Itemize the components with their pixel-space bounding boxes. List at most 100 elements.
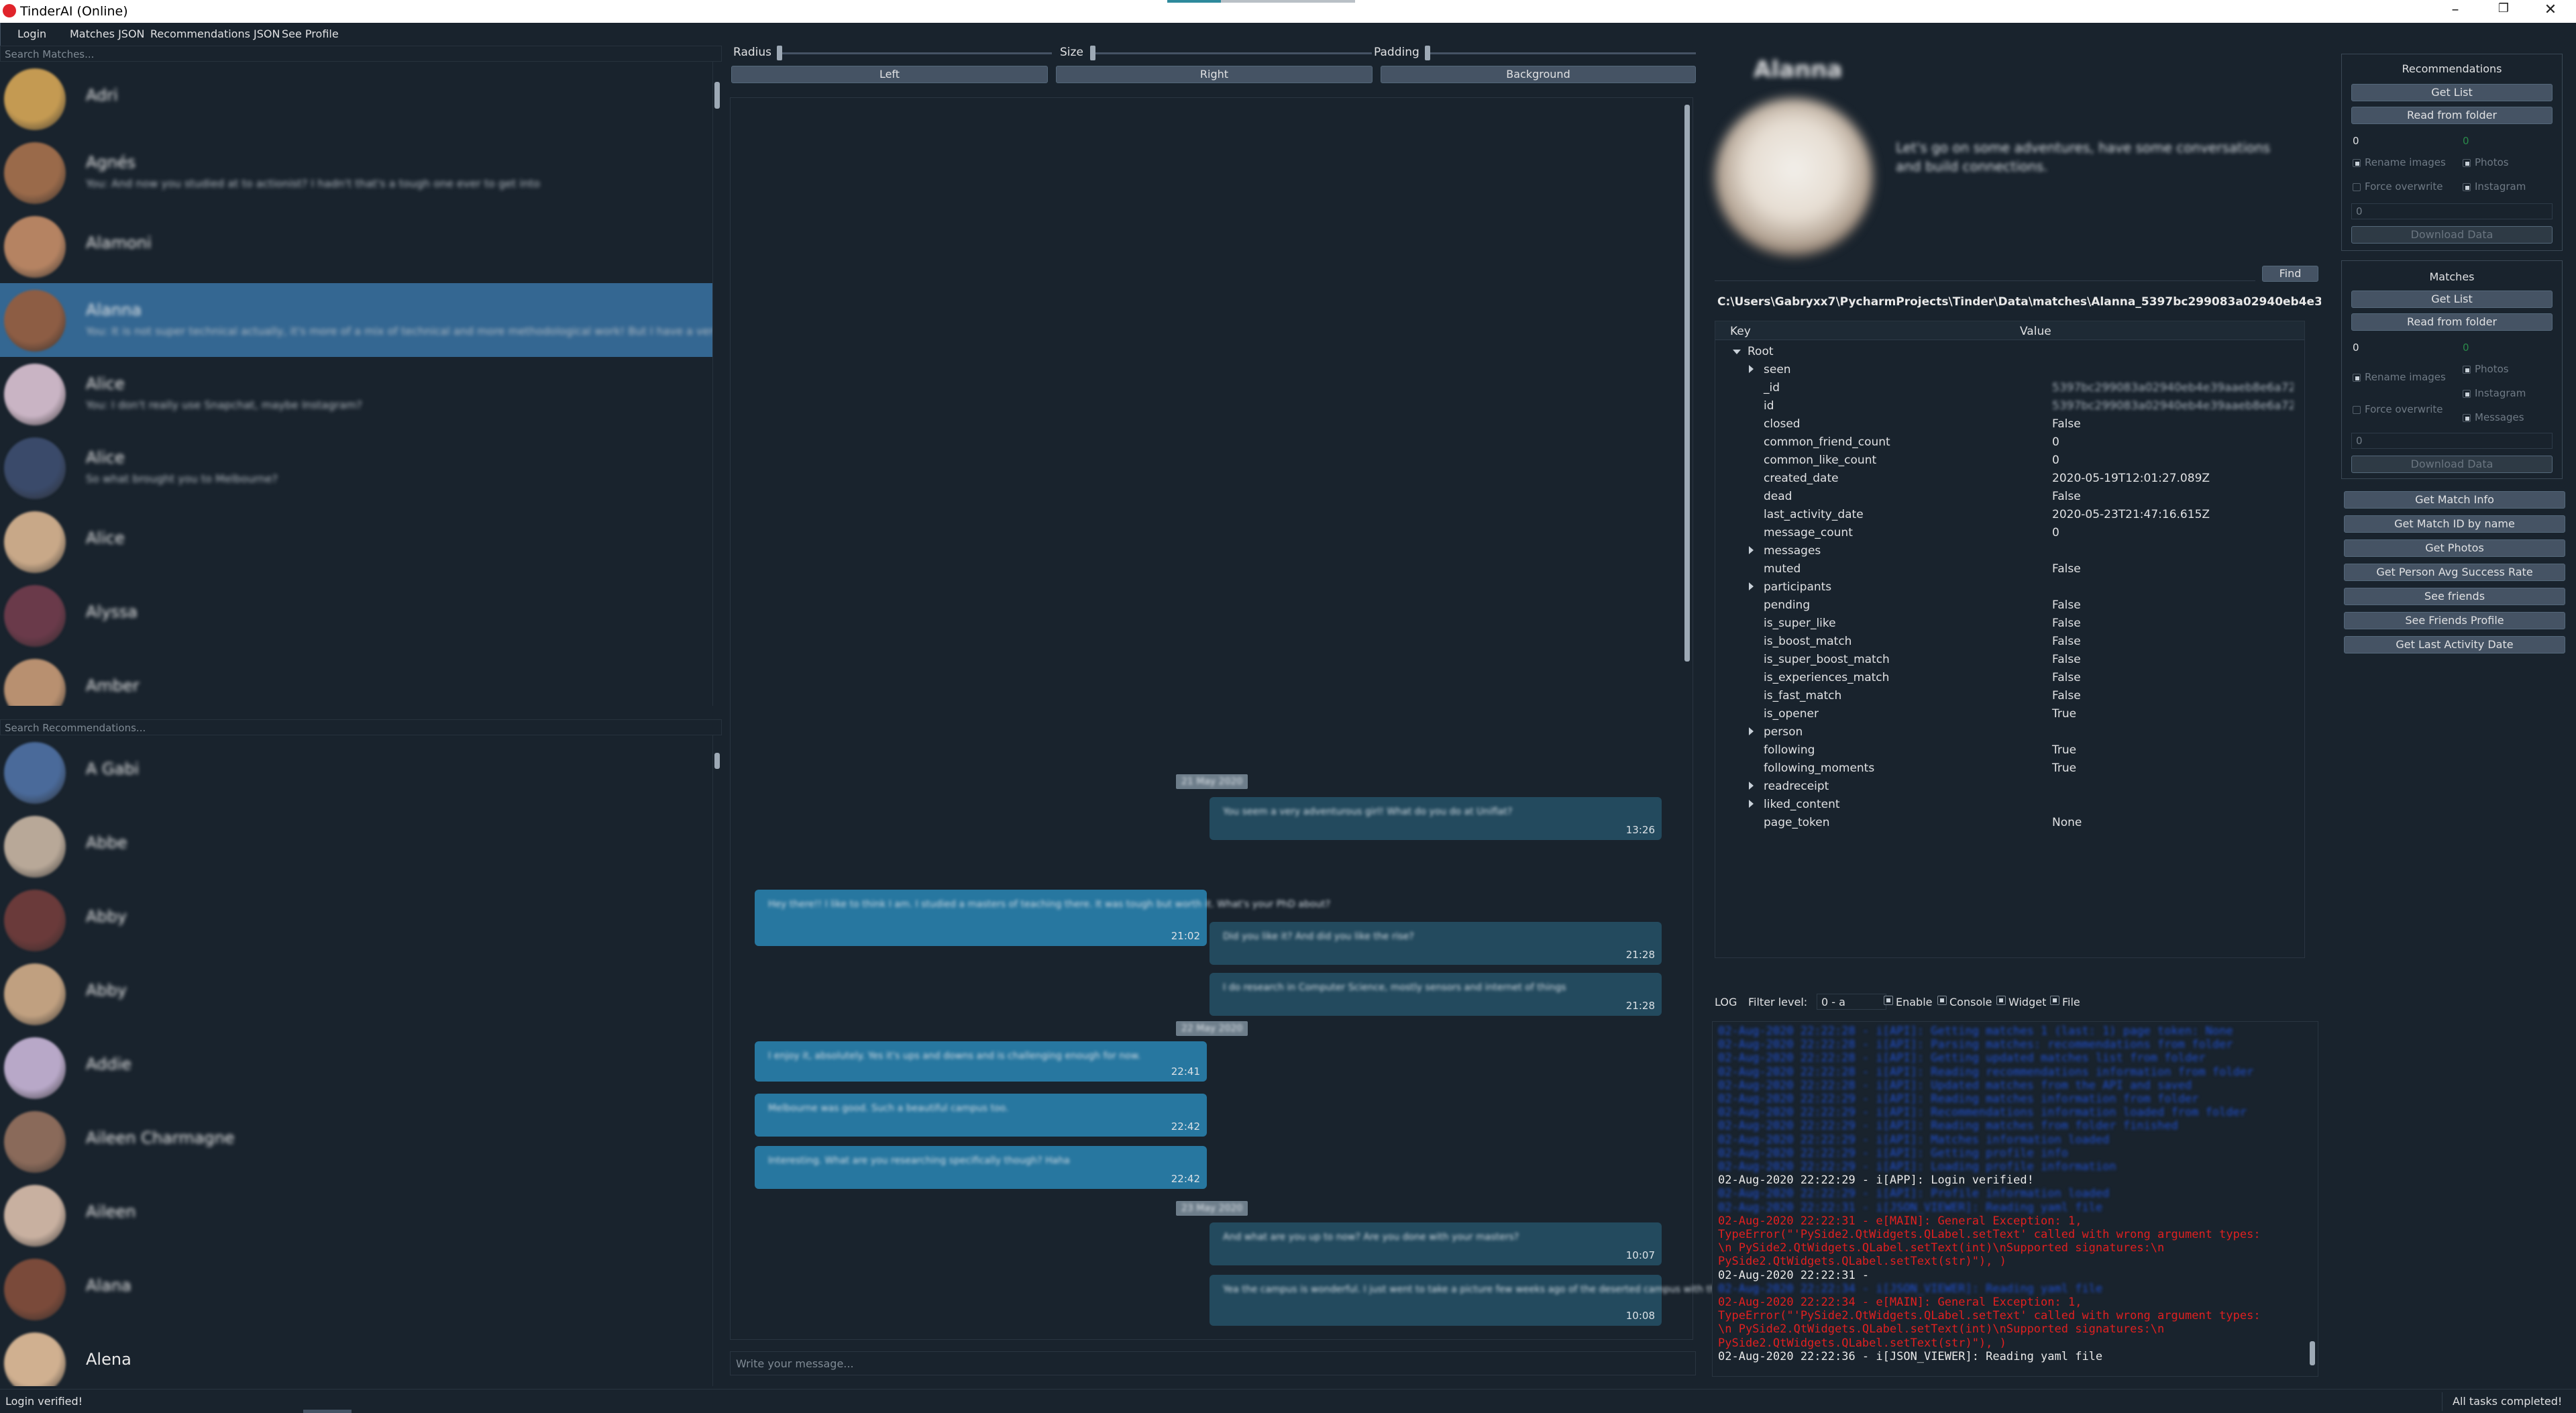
right-color-button[interactable]: Right (1056, 66, 1373, 83)
match-list-item[interactable]: Alamoni (0, 209, 712, 283)
log-scroll-thumb[interactable] (2310, 1341, 2315, 1365)
checkbox-icon[interactable] (2463, 390, 2471, 398)
recommendation-list-item[interactable]: Addie (0, 1031, 712, 1104)
widget-checkbox[interactable] (1996, 996, 2006, 1005)
menu-recommendations-json[interactable]: Recommendations JSON (150, 28, 280, 40)
recommendation-list-item[interactable]: Abby (0, 957, 712, 1031)
match-list-item[interactable]: Amber (0, 652, 712, 706)
expand-arrow-icon[interactable] (1749, 727, 1754, 735)
action-button[interactable]: See friends (2344, 588, 2565, 605)
checkbox-icon[interactable] (2353, 159, 2361, 167)
recommendation-list-item[interactable]: Aileen Charmagne (0, 1104, 712, 1178)
console-checkbox[interactable] (1937, 996, 1947, 1005)
tree-row[interactable]: seen (1749, 361, 2299, 379)
match-list-item[interactable]: Alice You: I don't really use Snapchat, m… (0, 357, 712, 431)
action-button[interactable]: Get Match Info (2344, 491, 2565, 509)
action-button[interactable]: Get Match ID by name (2344, 515, 2565, 533)
tree-row[interactable]: readreceipt (1749, 778, 2299, 796)
match-list-item[interactable]: Alyssa (0, 578, 712, 652)
matches-scrollbar[interactable] (712, 62, 720, 706)
recommendation-list-item[interactable]: Abbe (0, 809, 712, 883)
log-output[interactable]: 02-Aug-2020 22:22:28 - i[API]: Getting m… (1712, 1021, 2318, 1377)
recommendation-list-item[interactable]: Abby (0, 883, 712, 957)
checkbox-icon[interactable] (2353, 183, 2361, 191)
matches-download-data-button[interactable]: Download Data (2351, 456, 2553, 473)
checkbox-icon[interactable] (2463, 183, 2471, 191)
close-button[interactable]: ✕ (2537, 1, 2564, 21)
matches-messages-option[interactable]: Messages (2463, 411, 2524, 423)
expand-arrow-icon[interactable] (1749, 365, 1754, 373)
match-list-item[interactable]: Alice (0, 505, 712, 578)
checkbox-icon[interactable] (2463, 366, 2471, 374)
match-list-item[interactable]: Agnés You: And now you studied at to acti… (0, 136, 712, 209)
menu-see-profile[interactable]: See Profile (282, 28, 339, 40)
matches-instagram-option[interactable]: Instagram (2463, 387, 2526, 399)
matches-read-folder-button[interactable]: Read from folder (2351, 313, 2553, 331)
menu-matches-json[interactable]: Matches JSON (70, 28, 145, 40)
matches-scroll-thumb[interactable] (714, 82, 720, 109)
matches-spinbox[interactable]: 0 (2351, 433, 2553, 449)
size-slider-handle[interactable] (1090, 46, 1095, 60)
tree-row[interactable]: messages (1749, 542, 2299, 560)
recommendation-list-item[interactable]: Alena (0, 1326, 712, 1386)
tree-row[interactable]: person (1749, 723, 2299, 741)
recs-rename-images-option[interactable]: Rename images (2353, 156, 2446, 168)
log-scrollbar[interactable] (2308, 1022, 2316, 1376)
recs-spinbox[interactable]: 0 (2351, 203, 2553, 219)
expand-arrow-icon[interactable] (1749, 582, 1754, 590)
file-checkbox[interactable] (2050, 996, 2059, 1005)
filter-level-select[interactable]: 0 - a (1817, 994, 1886, 1010)
expand-arrow-icon[interactable] (1749, 800, 1754, 808)
profile-search-input[interactable] (1715, 265, 2255, 281)
tree-scrollbar[interactable] (2296, 340, 2304, 957)
matches-get-list-button[interactable]: Get List (2351, 291, 2553, 308)
recommendations-scroll-thumb[interactable] (714, 753, 720, 769)
find-button[interactable]: Find (2262, 266, 2318, 282)
radius-slider-handle[interactable] (777, 46, 782, 60)
matches-photos-option[interactable]: Photos (2463, 363, 2509, 375)
chat-scrollbar[interactable] (1683, 98, 1691, 1339)
restore-button[interactable]: ❐ (2490, 1, 2517, 21)
action-button[interactable]: See Friends Profile (2344, 612, 2565, 629)
checkbox-icon[interactable] (2463, 159, 2471, 167)
padding-slider[interactable] (1425, 52, 1696, 54)
background-color-button[interactable]: Background (1381, 66, 1696, 83)
message-input[interactable]: Write your message... (730, 1351, 1696, 1375)
expand-arrow-icon[interactable] (1749, 782, 1754, 790)
tree-row[interactable]: participants (1749, 578, 2299, 596)
recommendations-scrollbar[interactable] (712, 735, 720, 1386)
action-button[interactable]: Get Photos (2344, 539, 2565, 557)
minimize-button[interactable]: – (2442, 1, 2469, 21)
left-color-button[interactable]: Left (731, 66, 1048, 83)
recommendations-search-input[interactable]: Search Recommendations... (0, 719, 722, 735)
radius-slider[interactable] (777, 52, 1052, 54)
matches-rename-images-option[interactable]: Rename images (2353, 371, 2446, 383)
recommendation-list-item[interactable]: Aileen (0, 1178, 712, 1252)
recs-read-folder-button[interactable]: Read from folder (2351, 107, 2553, 124)
match-list-item[interactable]: Alice So what brought you to Melbourne? (0, 431, 712, 505)
recommendation-list-item[interactable]: A Gabi (0, 735, 712, 809)
matches-search-input[interactable]: Search Matches... (0, 46, 722, 62)
checkbox-icon[interactable] (2353, 374, 2361, 382)
recs-force-overwrite-option[interactable]: Force overwrite (2353, 180, 2443, 193)
match-list-item[interactable]: Adri (0, 62, 712, 136)
chat-scroll-thumb[interactable] (1684, 105, 1690, 662)
checkbox-icon[interactable] (2353, 406, 2361, 414)
action-button[interactable]: Get Person Avg Success Rate (2344, 564, 2565, 581)
enable-checkbox[interactable] (1884, 996, 1893, 1005)
match-list-item[interactable]: Alanna You: It is not super technical act… (0, 283, 712, 357)
menu-login[interactable]: Login (17, 28, 46, 40)
action-button[interactable]: Get Last Activity Date (2344, 636, 2565, 653)
recs-get-list-button[interactable]: Get List (2351, 84, 2553, 101)
recs-instagram-option[interactable]: Instagram (2463, 180, 2526, 193)
collapse-arrow-icon[interactable] (1733, 350, 1741, 354)
size-slider[interactable] (1090, 52, 1372, 54)
checkbox-icon[interactable] (2463, 414, 2471, 422)
expand-arrow-icon[interactable] (1749, 546, 1754, 554)
recommendation-list-item[interactable]: Alana (0, 1252, 712, 1326)
tree-row[interactable]: liked_content (1749, 796, 2299, 814)
recs-download-data-button[interactable]: Download Data (2351, 226, 2553, 244)
padding-slider-handle[interactable] (1425, 46, 1430, 60)
matches-force-overwrite-option[interactable]: Force overwrite (2353, 403, 2443, 415)
recs-photos-option[interactable]: Photos (2463, 156, 2509, 168)
